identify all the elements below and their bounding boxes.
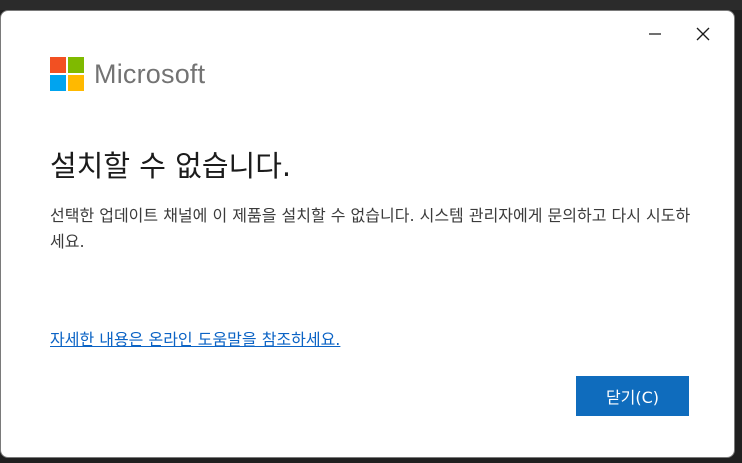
window-controls — [638, 19, 720, 49]
install-error-dialog: Microsoft 설치할 수 없습니다. 선택한 업데이트 채널에 이 제품을… — [0, 10, 735, 458]
online-help-link[interactable]: 자세한 내용은 온라인 도움말을 참조하세요. — [50, 326, 340, 350]
minimize-button[interactable] — [638, 19, 672, 49]
brand-header: Microsoft — [50, 57, 205, 91]
close-button[interactable]: 닫기(C) — [576, 376, 689, 416]
minimize-icon — [649, 33, 661, 35]
background-window-strip — [0, 0, 742, 10]
window-close-button[interactable] — [686, 19, 720, 49]
error-message: 선택한 업데이트 채널에 이 제품을 설치할 수 없습니다. 시스템 관리자에게… — [50, 206, 691, 251]
dialog-heading: 설치할 수 없습니다. — [50, 149, 292, 183]
close-icon — [696, 27, 710, 41]
brand-name: Microsoft — [94, 58, 206, 89]
microsoft-logo-icon — [50, 57, 84, 91]
